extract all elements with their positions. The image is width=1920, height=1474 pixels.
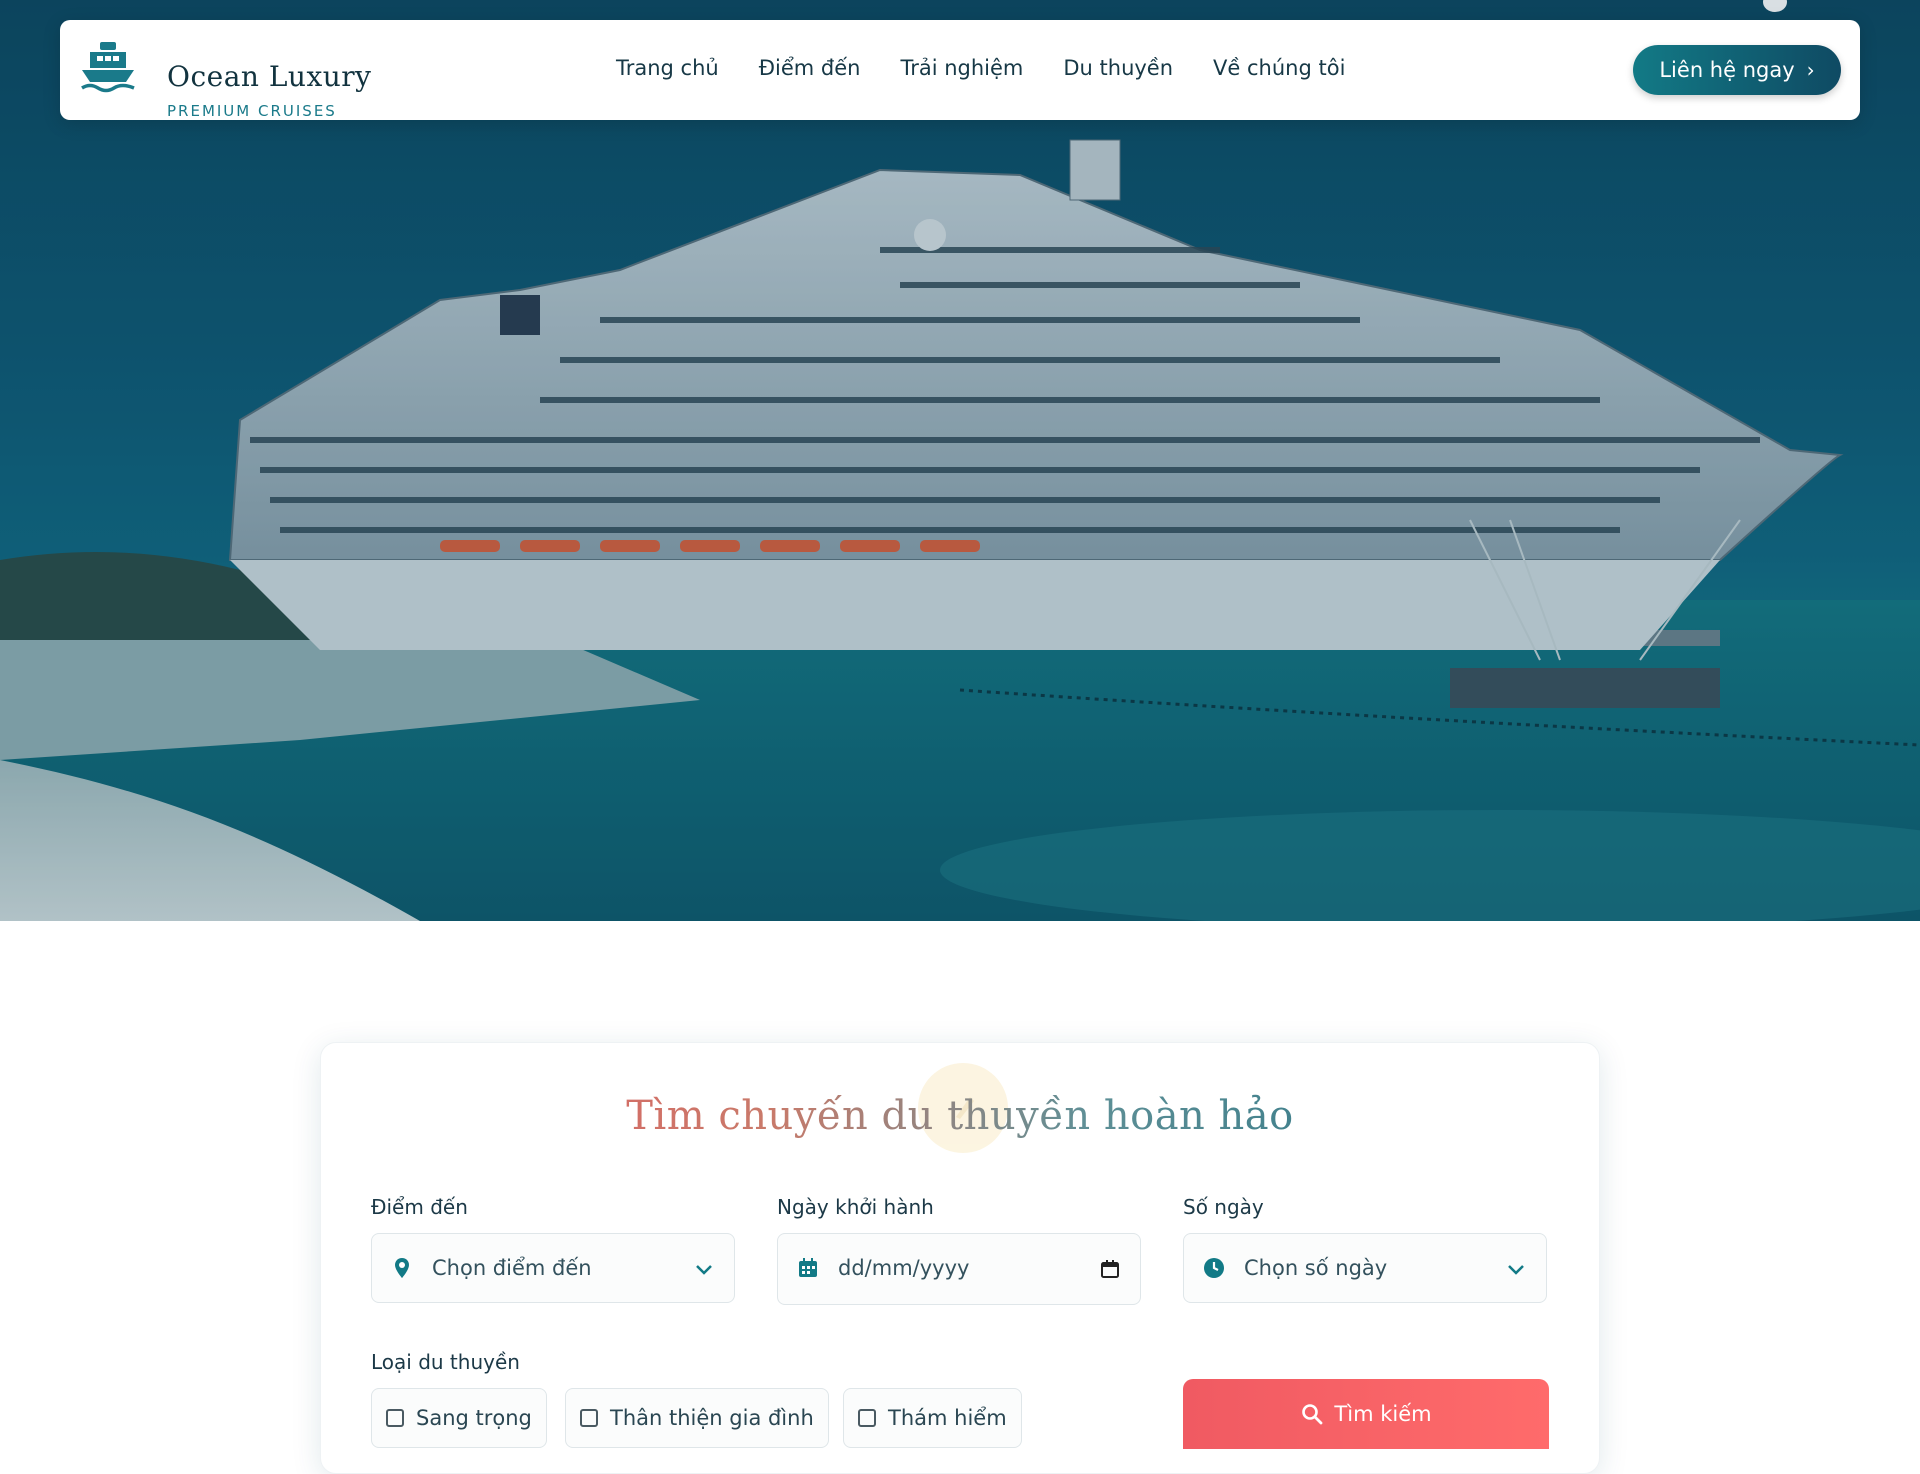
nav-link-cruises[interactable]: Du thuyền <box>1063 56 1173 80</box>
cruise-ship-image <box>0 0 1920 921</box>
chevron-down-icon <box>696 1265 712 1275</box>
search-title: Tìm chuyến du thuyền hoàn hảo <box>321 1093 1599 1139</box>
clock-icon <box>1204 1258 1224 1278</box>
cruise-type-family[interactable]: Thân thiện gia đình <box>565 1388 829 1448</box>
nav-link-about[interactable]: Về chúng tôi <box>1213 56 1345 80</box>
cruise-type-luxury[interactable]: Sang trọng <box>371 1388 547 1448</box>
checkbox[interactable] <box>386 1409 404 1427</box>
search-button-label: Tìm kiếm <box>1334 1402 1432 1426</box>
destination-label: Điểm đến <box>371 1195 468 1219</box>
checkbox[interactable] <box>580 1409 598 1427</box>
calendar-icon <box>799 1258 817 1277</box>
date-placeholder: dd/mm/yyyy <box>838 1256 970 1280</box>
cruise-type-expedition-label: Thám hiểm <box>888 1406 1007 1430</box>
top-navbar: Ocean Luxury PREMIUM CRUISES Trang chủ Đ… <box>60 20 1860 120</box>
search-button[interactable]: Tìm kiếm <box>1183 1379 1549 1449</box>
contact-now-label: Liên hệ ngay <box>1659 58 1795 82</box>
map-pin-icon <box>395 1258 409 1278</box>
checkbox[interactable] <box>858 1409 876 1427</box>
calendar-picker-icon[interactable] <box>1098 1257 1122 1281</box>
destination-placeholder: Chọn điểm đến <box>432 1256 592 1280</box>
contact-now-button[interactable]: Liên hệ ngay › <box>1633 45 1841 95</box>
destination-select[interactable]: Chọn điểm đến <box>371 1233 735 1303</box>
ship-icon <box>81 42 135 93</box>
search-icon <box>1302 1404 1323 1425</box>
duration-placeholder: Chọn số ngày <box>1244 1256 1388 1280</box>
cruise-type-expedition[interactable]: Thám hiểm <box>843 1388 1022 1448</box>
departure-date-label: Ngày khởi hành <box>777 1195 934 1219</box>
duration-label: Số ngày <box>1183 1195 1264 1219</box>
nav-link-experiences[interactable]: Trải nghiệm <box>900 56 1023 80</box>
cruise-type-label: Loại du thuyền <box>371 1350 520 1374</box>
duration-select[interactable]: Chọn số ngày <box>1183 1233 1547 1303</box>
nav-link-home[interactable]: Trang chủ <box>616 56 719 80</box>
chevron-down-icon <box>1508 1265 1524 1275</box>
brand-name: Ocean Luxury <box>167 60 372 93</box>
hero-section <box>0 0 1920 921</box>
nav-link-destinations[interactable]: Điểm đến <box>759 56 861 80</box>
main-nav: Trang chủ Điểm đến Trải nghiệm Du thuyền… <box>616 56 1385 80</box>
chevron-right-icon: › <box>1806 58 1815 82</box>
departure-date-input[interactable]: dd/mm/yyyy <box>777 1233 1141 1305</box>
cruise-type-luxury-label: Sang trọng <box>416 1406 532 1430</box>
brand-tagline: PREMIUM CRUISES <box>167 102 337 120</box>
cruise-type-family-label: Thân thiện gia đình <box>610 1406 814 1430</box>
